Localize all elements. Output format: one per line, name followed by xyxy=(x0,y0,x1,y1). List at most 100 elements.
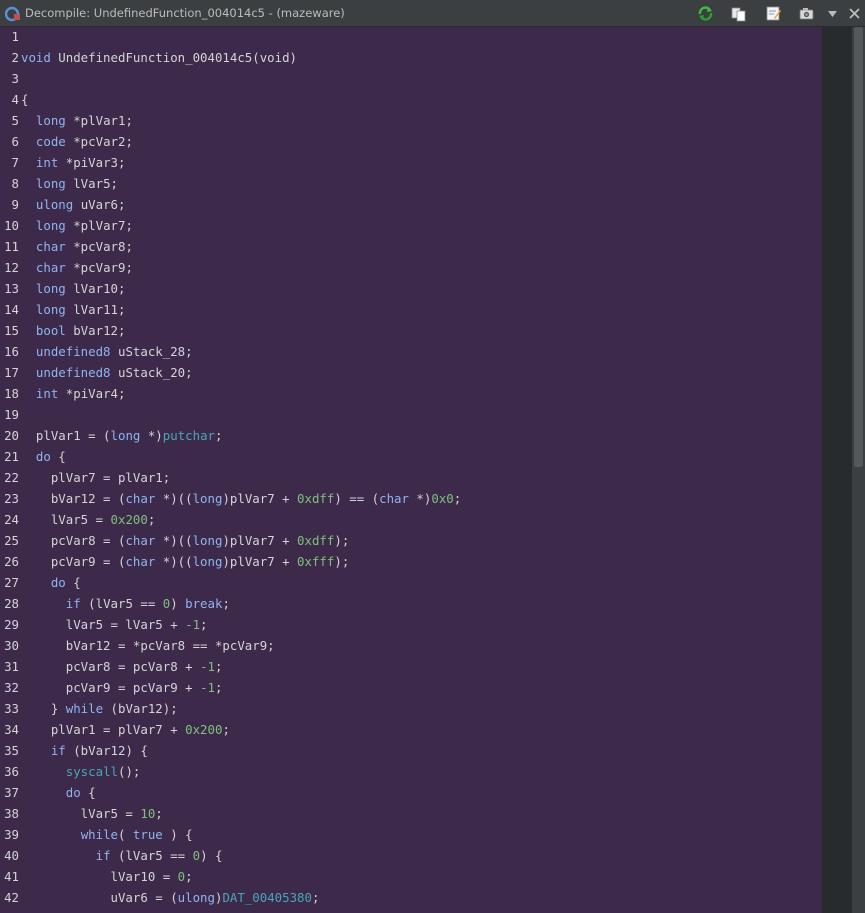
code-token[interactable]: uStack_20; xyxy=(111,365,193,380)
code-token[interactable]: )plVar7 + xyxy=(222,533,297,548)
code-token[interactable] xyxy=(21,848,96,863)
code-token[interactable]: bVar12 = ( xyxy=(21,491,126,506)
number-token[interactable]: 0x200 xyxy=(111,512,148,527)
menu-arrow-icon[interactable] xyxy=(824,5,841,22)
keyword-token[interactable]: long xyxy=(36,113,66,128)
code-token[interactable]: ; xyxy=(148,512,155,527)
keyword-token[interactable]: char xyxy=(125,533,155,548)
code-token[interactable] xyxy=(21,239,36,254)
keyword-token[interactable]: char xyxy=(379,491,409,506)
number-token[interactable]: 0xfff xyxy=(297,554,334,569)
keyword-token[interactable]: while xyxy=(66,701,103,716)
code-token[interactable] xyxy=(21,176,36,191)
code-token[interactable]: *pcVar2; xyxy=(66,134,133,149)
edit-icon[interactable] xyxy=(765,5,782,22)
keyword-token[interactable]: ulong xyxy=(178,890,215,905)
code-token[interactable]: { xyxy=(66,575,80,590)
keyword-token[interactable]: int xyxy=(36,386,58,401)
code-token[interactable] xyxy=(21,365,36,380)
function-token[interactable]: putchar xyxy=(163,428,215,443)
code-token[interactable] xyxy=(21,218,36,233)
code-token[interactable]: lVar5 = lVar5 + xyxy=(21,617,185,632)
keyword-token[interactable]: void xyxy=(21,50,51,65)
code-token[interactable]: pcVar9 = pcVar9 + xyxy=(21,680,200,695)
keyword-token[interactable]: long xyxy=(36,302,66,317)
code-token[interactable]: ( xyxy=(118,827,133,842)
number-token[interactable]: -1 xyxy=(185,617,200,632)
keyword-token[interactable]: if xyxy=(66,596,81,611)
number-token[interactable]: 0x200 xyxy=(185,722,222,737)
code-token[interactable] xyxy=(21,743,51,758)
code-token[interactable] xyxy=(21,827,81,842)
keyword-token[interactable]: code xyxy=(36,134,66,149)
overview-ruler[interactable] xyxy=(852,27,865,913)
code-token[interactable]: (lVar5 == xyxy=(81,596,163,611)
code-token[interactable]: (lVar5 == xyxy=(111,848,193,863)
code-token[interactable] xyxy=(21,575,51,590)
code-token[interactable]: { xyxy=(81,785,95,800)
code-token[interactable] xyxy=(21,764,66,779)
code-token[interactable]: ) { xyxy=(163,827,192,842)
number-token[interactable]: 0x0 xyxy=(431,491,453,506)
code-token[interactable]: } xyxy=(21,701,66,716)
code-token[interactable] xyxy=(21,281,36,296)
code-token[interactable] xyxy=(21,260,36,275)
code-token[interactable]: lVar5 = xyxy=(21,806,140,821)
keyword-token[interactable]: char xyxy=(36,260,66,275)
code-token[interactable]: ; xyxy=(222,596,229,611)
code-token[interactable] xyxy=(21,155,36,170)
code-token[interactable] xyxy=(21,785,66,800)
keyword-token[interactable]: while xyxy=(81,827,118,842)
code-token[interactable]: { xyxy=(51,449,65,464)
code-token[interactable]: *)(( xyxy=(155,491,193,506)
keyword-token[interactable]: int xyxy=(36,155,58,170)
code-token[interactable]: ; xyxy=(312,890,319,905)
code-token[interactable]: *piVar3; xyxy=(58,155,126,170)
code-token[interactable]: pcVar8 = ( xyxy=(21,533,126,548)
code-token[interactable] xyxy=(21,344,36,359)
keyword-token[interactable]: long xyxy=(111,428,141,443)
code-token[interactable] xyxy=(21,386,36,401)
code-token[interactable]: *plVar1; xyxy=(66,113,133,128)
keyword-token[interactable]: long xyxy=(36,218,66,233)
function-token[interactable]: DAT_00405380 xyxy=(222,890,312,905)
copy-icon[interactable] xyxy=(730,5,747,22)
decompiler-code-view[interactable]: 1 2 void UndefinedFunction_004014c5(void) 3… xyxy=(0,27,822,913)
code-token[interactable]: (bVar12) { xyxy=(66,743,148,758)
code-token[interactable] xyxy=(21,197,36,212)
code-token[interactable]: ); xyxy=(334,533,349,548)
code-token[interactable]: ) xyxy=(170,596,185,611)
refresh-icon[interactable] xyxy=(697,5,714,22)
code-token[interactable]: ; xyxy=(200,617,207,632)
code-token[interactable]: *plVar7; xyxy=(66,218,133,233)
keyword-token[interactable]: do xyxy=(36,449,51,464)
number-token[interactable]: 0xdff xyxy=(297,533,334,548)
keyword-token[interactable]: if xyxy=(96,848,111,863)
code-token[interactable]: *pcVar8; xyxy=(66,239,133,254)
code-token[interactable]: (); xyxy=(118,764,140,779)
function-token[interactable]: syscall xyxy=(66,764,118,779)
code-token[interactable]: plVar7 = plVar1; xyxy=(21,470,170,485)
keyword-token[interactable]: char xyxy=(125,491,155,506)
number-token[interactable]: 10 xyxy=(140,806,155,821)
keyword-token[interactable]: long xyxy=(193,554,223,569)
close-icon[interactable] xyxy=(846,5,863,22)
number-token[interactable]: -1 xyxy=(200,680,215,695)
keyword-token[interactable]: bool xyxy=(36,323,66,338)
keyword-token[interactable]: long xyxy=(36,281,66,296)
code-token[interactable]: bVar12; xyxy=(66,323,125,338)
code-token[interactable]: pcVar8 = pcVar8 + xyxy=(21,659,200,674)
code-token[interactable] xyxy=(21,449,36,464)
code-token[interactable]: ; xyxy=(215,659,222,674)
keyword-token[interactable]: if xyxy=(51,743,66,758)
number-token[interactable]: 0 xyxy=(193,848,200,863)
code-token[interactable] xyxy=(21,302,36,317)
number-token[interactable]: -1 xyxy=(200,659,215,674)
code-token[interactable] xyxy=(21,323,36,338)
code-token[interactable]: ; xyxy=(155,806,162,821)
keyword-token[interactable]: long xyxy=(193,533,223,548)
vertical-scrollbar[interactable] xyxy=(822,27,852,913)
code-token[interactable]: plVar1 = plVar7 + xyxy=(21,722,185,737)
code-token[interactable]: ; xyxy=(215,680,222,695)
overview-ruler-thumb[interactable] xyxy=(854,27,863,467)
